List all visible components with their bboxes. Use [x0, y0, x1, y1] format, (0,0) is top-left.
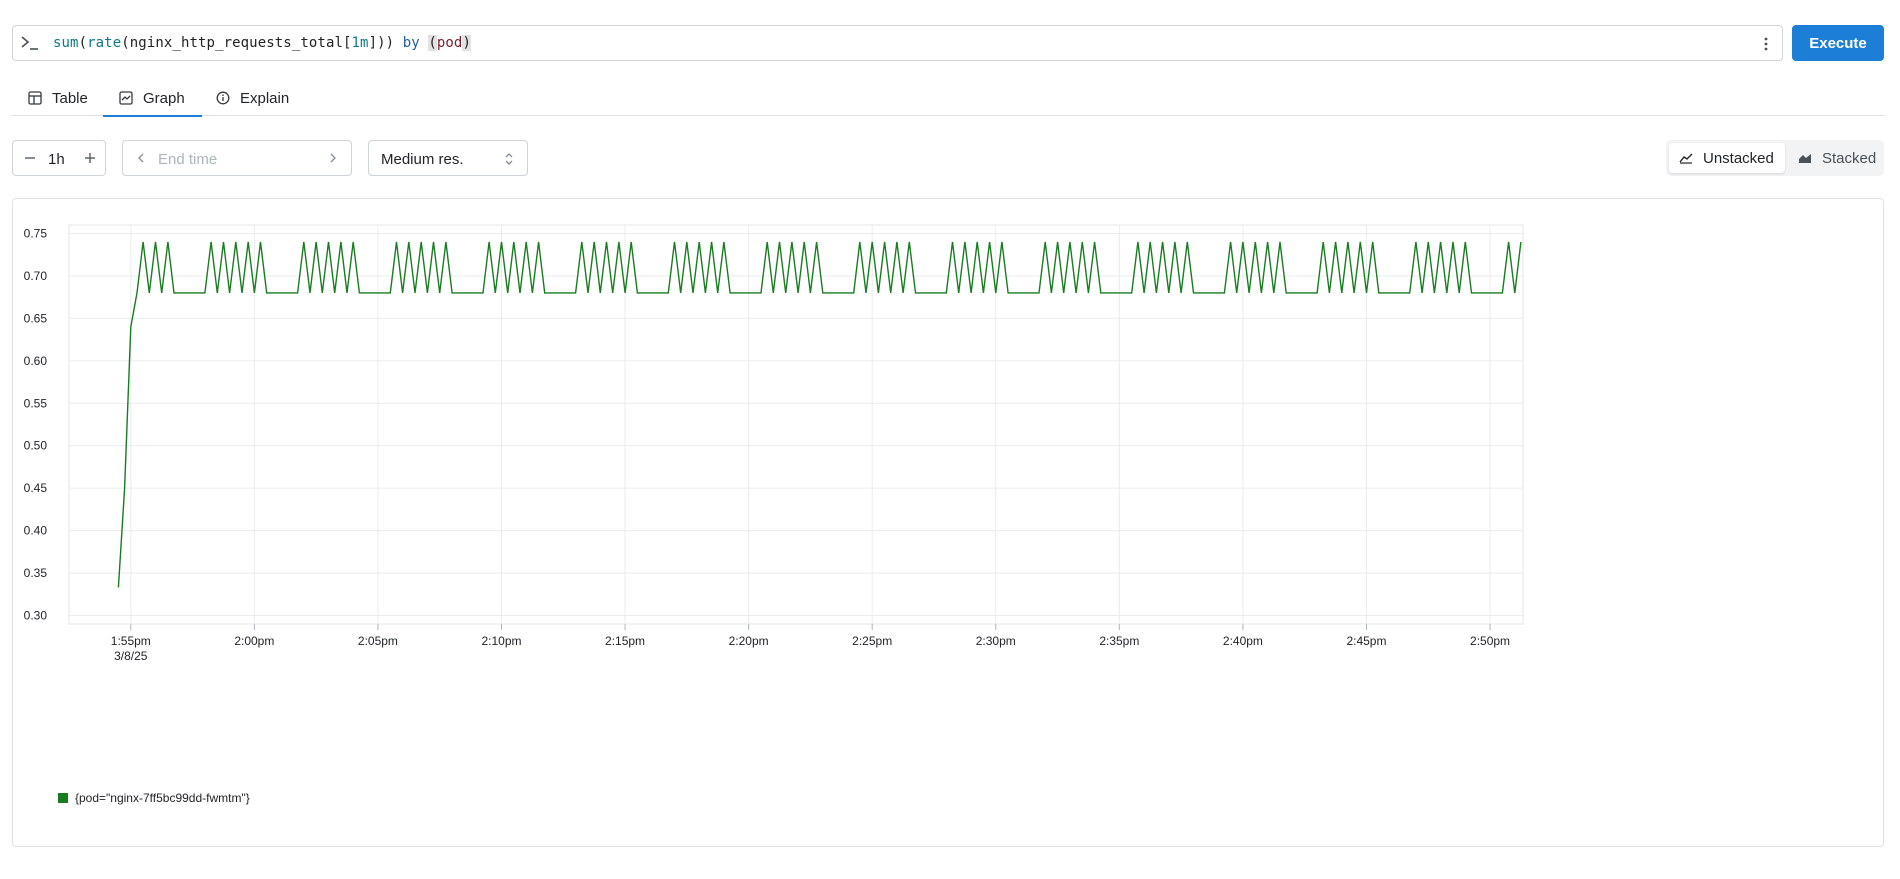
y-tick-label: 0.40	[24, 524, 48, 538]
y-tick-label: 0.65	[24, 311, 48, 325]
plus-icon[interactable]	[83, 151, 97, 165]
y-tick-label: 0.70	[24, 269, 48, 283]
tab-table-label: Table	[52, 89, 88, 107]
execute-button[interactable]: Execute	[1792, 25, 1884, 61]
unstacked-label: Unstacked	[1703, 149, 1774, 167]
stacked-label: Stacked	[1822, 149, 1877, 167]
line-chart-icon	[1679, 153, 1693, 164]
terminal-prompt-icon	[21, 36, 38, 50]
tab-graph[interactable]: Graph	[103, 80, 201, 116]
unstacked-button[interactable]: Unstacked	[1669, 143, 1785, 173]
end-time-placeholder: End time	[158, 151, 218, 168]
y-tick-label: 0.60	[24, 354, 48, 368]
y-tick-label: 0.35	[24, 566, 48, 580]
x-tick-label: 2:05pm	[358, 634, 398, 648]
minus-icon[interactable]	[23, 151, 37, 165]
stack-mode-toggle: Unstacked Stacked	[1666, 140, 1884, 176]
y-tick-label: 0.55	[24, 396, 48, 410]
tab-explain[interactable]: Explain	[216, 80, 289, 116]
legend: {pod="nginx-7ff5bc99dd-fwmtm"}	[58, 791, 250, 805]
x-tick-label: 2:10pm	[481, 634, 521, 648]
x-tick-label: 2:50pm	[1470, 634, 1510, 648]
more-vertical-icon[interactable]	[1758, 35, 1774, 53]
x-tick-label: 2:30pm	[976, 634, 1016, 648]
area-chart-icon	[1799, 154, 1811, 163]
x-tick-label: 2:40pm	[1223, 634, 1263, 648]
tab-graph-label: Graph	[143, 89, 185, 107]
range-value[interactable]: 1h	[48, 151, 65, 168]
y-tick-label: 0.45	[24, 481, 48, 495]
stacked-button[interactable]: Stacked	[1790, 143, 1882, 173]
tab-table[interactable]: Table	[28, 80, 88, 116]
x-tick-label: 2:20pm	[729, 634, 769, 648]
resolution-value: Medium res.	[381, 151, 464, 168]
chevron-up-down-icon	[505, 153, 513, 165]
legend-series-label[interactable]: {pod="nginx-7ff5bc99dd-fwmtm"}	[75, 791, 250, 805]
x-tick-sublabel: 3/8/25	[114, 649, 148, 663]
plot-frame	[68, 224, 1524, 625]
query-expression[interactable]: sum(rate(nginx_http_requests_total[1m]))…	[53, 35, 471, 51]
series-line	[117, 241, 1522, 588]
chevron-left-icon[interactable]	[135, 152, 147, 164]
line-chart[interactable]: 0.30 0.35 0.40 0.45 0.50 0.55 0.60 0.65 0.70 0.75…	[13, 199, 1883, 846]
x-tick-label: 2:35pm	[1099, 634, 1139, 648]
graph-panel: 0.30 0.35 0.40 0.45 0.50 0.55 0.60 0.65 0.70 0.75…	[12, 198, 1884, 847]
query-input[interactable]: sum(rate(nginx_http_requests_total[1m]))…	[12, 25, 1783, 61]
tab-explain-label: Explain	[240, 89, 290, 107]
end-time-input[interactable]: End time	[122, 140, 352, 176]
x-tick-label: 2:45pm	[1346, 634, 1386, 648]
x-tick-label: 1:55pm	[111, 634, 151, 648]
y-tick-label: 0.30	[24, 609, 48, 623]
view-tabs: Table Graph Explain	[12, 80, 1884, 117]
info-icon	[216, 91, 230, 105]
y-tick-label: 0.75	[24, 226, 48, 240]
query-row: sum(rate(nginx_http_requests_total[1m]))…	[12, 25, 1884, 61]
resolution-select[interactable]: Medium res.	[368, 140, 528, 176]
graph-controls: 1h End time Medium res. Unstacked Stacke…	[12, 140, 1884, 176]
range-input[interactable]: 1h	[12, 140, 106, 176]
x-tick-label: 2:00pm	[234, 634, 274, 648]
legend-swatch[interactable]	[58, 793, 68, 803]
x-tick-label: 2:15pm	[605, 634, 645, 648]
table-icon	[28, 91, 42, 105]
y-tick-label: 0.50	[24, 439, 48, 453]
chart-icon	[119, 91, 133, 105]
chevron-right-icon[interactable]	[327, 152, 339, 164]
x-tick-label: 2:25pm	[852, 634, 892, 648]
